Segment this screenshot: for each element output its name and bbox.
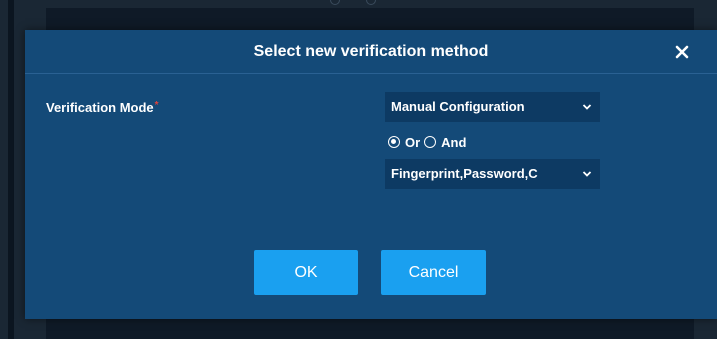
- ghost-radio-icon: [330, 0, 340, 5]
- verification-methods-select[interactable]: Fingerprint,Password,C: [385, 159, 600, 189]
- backdrop-radio-ghosts: [322, 0, 378, 10]
- verification-method-dialog: Select new verification method Verificat…: [25, 30, 717, 319]
- required-mark: *: [154, 100, 159, 111]
- chevron-down-icon: [582, 170, 592, 178]
- ok-button[interactable]: OK: [254, 250, 358, 295]
- cancel-button[interactable]: Cancel: [381, 250, 486, 295]
- chevron-down-icon: [582, 103, 592, 111]
- verification-mode-select[interactable]: Manual Configuration: [385, 92, 600, 122]
- verification-mode-label-text: Verification Mode: [46, 100, 154, 115]
- logic-radio-group: Or And: [388, 133, 470, 151]
- radio-or-label[interactable]: Or: [405, 135, 420, 150]
- verification-mode-select-value: Manual Configuration: [391, 99, 525, 114]
- radio-and-label[interactable]: And: [441, 135, 466, 150]
- close-button[interactable]: [673, 43, 691, 61]
- close-icon: [675, 45, 689, 59]
- backdrop-edge: [8, 0, 14, 339]
- ghost-radio-icon: [366, 0, 376, 5]
- verification-methods-select-value: Fingerprint,Password,C: [391, 166, 538, 181]
- radio-or[interactable]: [388, 136, 400, 148]
- radio-and[interactable]: [424, 136, 437, 148]
- dialog-header: Select new verification method: [25, 30, 717, 74]
- dialog-title: Select new verification method: [253, 43, 489, 60]
- verification-mode-label: Verification Mode*: [46, 100, 159, 115]
